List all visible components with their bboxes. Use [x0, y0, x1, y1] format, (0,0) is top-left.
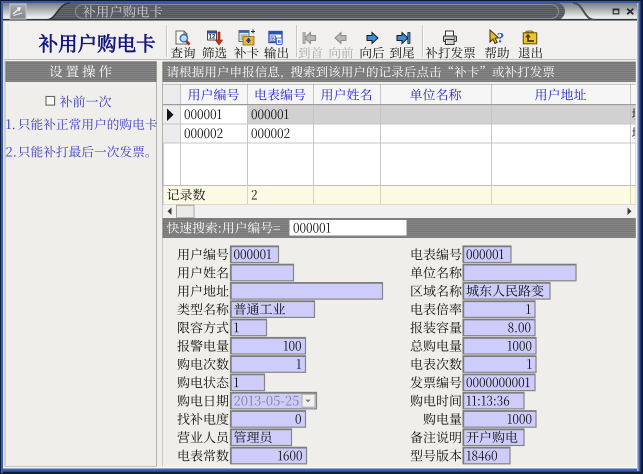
svg-text:12: 12 — [209, 35, 216, 41]
svg-text:?: ? — [497, 31, 505, 47]
